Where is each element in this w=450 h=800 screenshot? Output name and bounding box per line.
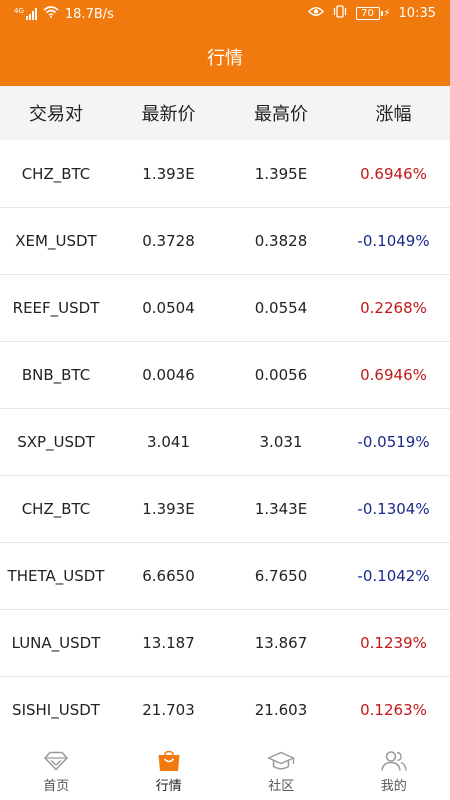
cell-change: 0.1263% [360, 701, 427, 719]
table-row[interactable]: SISHI_USDT 21.703 21.603 0.1263% [0, 677, 450, 744]
nav-item-market[interactable]: 行情 [113, 742, 226, 800]
cell-high-price: 13.867 [254, 634, 308, 652]
cell-latest-price: 21.703 [142, 701, 195, 719]
cell-change: -0.1049% [357, 232, 430, 250]
cell-change: 0.1239% [360, 634, 427, 652]
network-speed: 18.7B/s [64, 6, 114, 22]
cell-latest-price: 13.187 [142, 634, 195, 652]
cell-high-price: 1.395E [254, 165, 308, 183]
cell-pair: REEF_USDT [12, 299, 100, 317]
vibrate-icon [332, 5, 348, 22]
cell-latest-price: 0.3728 [142, 232, 195, 250]
table-row[interactable]: LUNA_USDT 13.187 13.867 0.1239% [0, 610, 450, 677]
cell-pair: XEM_USDT [15, 232, 97, 250]
table-row[interactable]: CHZ_BTC 1.393E 1.343E -0.1304% [0, 476, 450, 543]
column-latest-price[interactable]: 最新价 [112, 100, 225, 126]
table-row[interactable]: XEM_USDT 0.3728 0.3828 -0.1049% [0, 208, 450, 275]
signal-icon: 4G [14, 8, 37, 20]
cell-change: -0.1304% [357, 500, 430, 518]
nav-label-community: 社区 [268, 779, 295, 794]
cell-latest-price: 6.6650 [142, 567, 195, 585]
cell-pair: LUNA_USDT [11, 634, 101, 652]
cell-change: 0.6946% [360, 366, 427, 384]
cell-high-price: 0.3828 [254, 232, 308, 250]
cell-latest-price: 1.393E [142, 165, 195, 183]
cell-latest-price: 1.393E [142, 500, 195, 518]
cell-change: 0.2268% [360, 299, 427, 317]
cell-pair: THETA_USDT [7, 567, 105, 585]
eye-icon [307, 6, 324, 21]
page-title: 行情 [207, 48, 243, 69]
user-icon [380, 750, 408, 772]
table-row[interactable]: BNB_BTC 0.0046 0.0056 0.6946% [0, 342, 450, 409]
cell-high-price: 0.0056 [254, 366, 308, 384]
battery-icon: 70 ⚡ [355, 7, 391, 20]
cell-high-price: 6.7650 [254, 567, 308, 585]
cell-high-price: 0.0554 [254, 299, 308, 317]
network-tag: 4G [14, 7, 24, 15]
table-row[interactable]: SXP_USDT 3.041 3.031 -0.0519% [0, 409, 450, 476]
clock: 10:35 [398, 6, 436, 21]
cell-change: -0.1042% [357, 567, 430, 585]
top-bar: 4G 18.7B/s 70 ⚡ 10:35 行情 [0, 0, 450, 86]
cell-pair: CHZ_BTC [21, 165, 91, 183]
bottom-nav: 首页 行情 社区 我的 [0, 742, 450, 800]
cell-pair: CHZ_BTC [21, 500, 91, 518]
cell-latest-price: 3.041 [147, 433, 190, 451]
cell-pair: SXP_USDT [17, 433, 95, 451]
cell-pair: SISHI_USDT [12, 701, 100, 719]
nav-item-home[interactable]: 首页 [0, 742, 113, 800]
cell-latest-price: 0.0504 [142, 299, 195, 317]
market-list: CHZ_BTC 1.393E 1.395E 0.6946% XEM_USDT 0… [0, 141, 450, 744]
battery-level: 70 [355, 7, 380, 20]
cell-pair: BNB_BTC [21, 366, 91, 384]
table-header: 交易对 最新价 最高价 涨幅 [0, 86, 450, 140]
column-pair[interactable]: 交易对 [0, 100, 112, 126]
cell-high-price: 3.031 [259, 433, 303, 451]
cell-high-price: 1.343E [254, 500, 308, 518]
table-row[interactable]: CHZ_BTC 1.393E 1.395E 0.6946% [0, 141, 450, 208]
graduation-cap-icon [267, 750, 295, 772]
cell-change: 0.6946% [360, 165, 427, 183]
cell-latest-price: 0.0046 [142, 366, 195, 384]
column-change[interactable]: 涨幅 [337, 100, 450, 126]
table-row[interactable]: THETA_USDT 6.6650 6.7650 -0.1042% [0, 543, 450, 610]
nav-label-market: 行情 [155, 779, 182, 794]
nav-item-mine[interactable]: 我的 [338, 742, 450, 800]
wifi-icon [43, 6, 59, 22]
table-row[interactable]: REEF_USDT 0.0504 0.0554 0.2268% [0, 275, 450, 342]
diamond-icon [42, 750, 70, 772]
shopping-bag-icon [155, 750, 183, 772]
status-bar: 4G 18.7B/s 70 ⚡ 10:35 [0, 0, 450, 28]
cell-change: -0.0519% [357, 433, 430, 451]
nav-label-home: 首页 [43, 779, 70, 794]
status-right: 70 ⚡ 10:35 [307, 5, 436, 22]
cell-high-price: 21.603 [254, 701, 308, 719]
status-left: 4G 18.7B/s [14, 6, 114, 22]
nav-label-mine: 我的 [380, 779, 407, 794]
nav-item-community[interactable]: 社区 [225, 742, 338, 800]
column-high-price[interactable]: 最高价 [225, 100, 337, 126]
